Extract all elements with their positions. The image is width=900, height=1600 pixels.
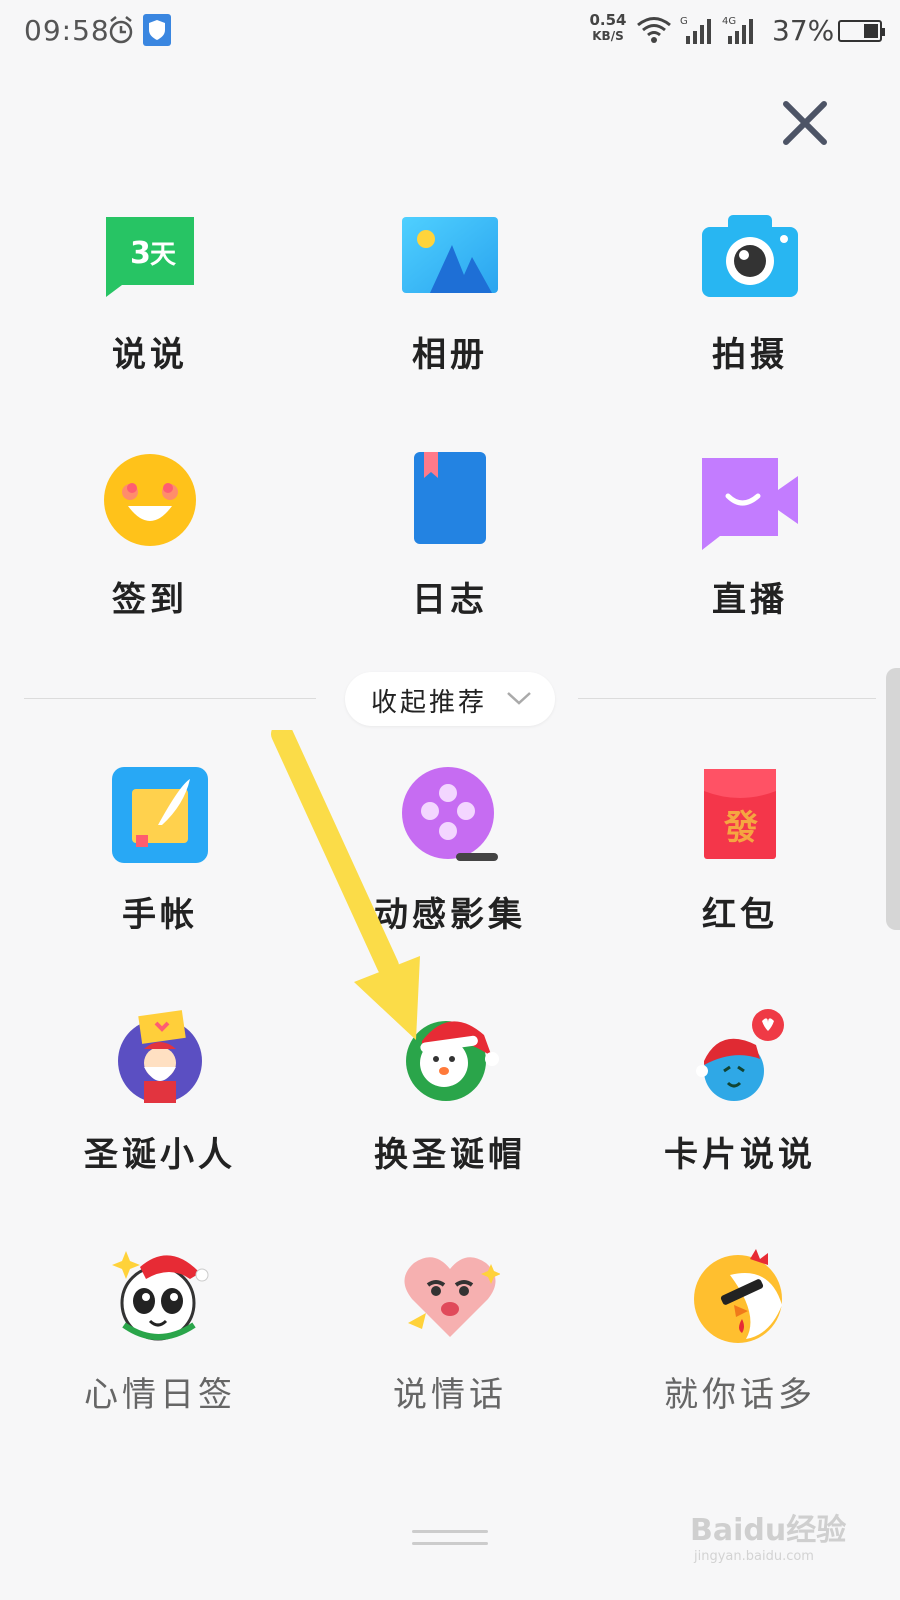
collapse-label: 收起推荐: [371, 688, 488, 718]
live-video-icon: [702, 458, 798, 550]
chatty-rooster-icon: [694, 1249, 782, 1343]
item-label: 圣诞小人: [84, 1135, 236, 1175]
item-santa-figure[interactable]: 圣诞小人: [40, 1005, 280, 1176]
3day-chat-icon: 3 天: [106, 217, 194, 297]
card-talk-icon: [696, 1009, 784, 1101]
item-card-talk[interactable]: 卡片说说: [620, 1005, 860, 1176]
battery-percent: 37%: [772, 14, 835, 47]
bottom-drag-handle[interactable]: [412, 1530, 488, 1554]
smile-face-icon: [104, 454, 196, 546]
collapse-recommend-button[interactable]: 收起推荐: [345, 672, 555, 726]
side-scroll-handle[interactable]: [886, 668, 900, 930]
item-label: 卡片说说: [664, 1135, 816, 1175]
item-label: 心情日签: [84, 1375, 236, 1415]
shield-icon: [143, 14, 171, 46]
item-label: 手帐: [122, 895, 198, 935]
close-icon[interactable]: [782, 100, 828, 146]
notebook-feather-icon: [112, 767, 208, 863]
net-speed-unit: KB/S: [592, 29, 624, 43]
item-live[interactable]: 直播: [630, 450, 870, 621]
divider-left: [24, 698, 316, 699]
svg-text:發: 發: [723, 808, 758, 848]
chevron-down-icon: [507, 692, 531, 705]
item-label: 说情话: [393, 1375, 507, 1415]
item-checkin[interactable]: 签到: [30, 450, 270, 621]
item-label: 相册: [412, 335, 488, 375]
item-label: 日志: [412, 580, 488, 620]
item-label: 直播: [712, 580, 788, 620]
alarm-icon: [109, 16, 133, 44]
wifi-icon: [637, 17, 671, 43]
mood-panda-icon: [112, 1251, 209, 1341]
item-label: 说说: [112, 335, 188, 375]
status-bar: 09:58 0.54 KB/S G 4G 37%: [0, 0, 900, 64]
svg-text:3: 3: [130, 236, 151, 271]
item-mood-sign[interactable]: 心情日签: [40, 1245, 280, 1416]
item-blog[interactable]: 日志: [330, 450, 570, 621]
item-shuoshuo[interactable]: 3 天 说说: [30, 205, 270, 376]
red-envelope-icon: 發: [704, 769, 776, 859]
svg-text:天: 天: [150, 240, 176, 270]
battery-icon: [838, 20, 885, 42]
item-red-packet[interactable]: 發 红包: [620, 765, 860, 936]
svg-text:G: G: [680, 16, 688, 27]
item-label: 换圣诞帽: [374, 1135, 526, 1175]
status-time: 09:58: [24, 14, 110, 47]
watermark-brand: Baidu经验: [690, 1513, 847, 1548]
watermark-url: jingyan.baidu.com: [694, 1549, 814, 1564]
santa-figure-icon: [118, 1010, 202, 1103]
item-label: 签到: [112, 580, 188, 620]
camera-icon: [702, 215, 798, 297]
watermark: Baidu经验 jingyan.baidu.com: [690, 1505, 846, 1564]
item-album[interactable]: 相册: [330, 205, 570, 376]
item-handbook[interactable]: 手帐: [40, 765, 280, 936]
heart-face-icon: [404, 1257, 500, 1337]
net-speed-value: 0.54: [589, 11, 627, 29]
item-chatty[interactable]: 就你话多: [620, 1245, 860, 1416]
blog-book-icon: [414, 452, 486, 544]
item-camera[interactable]: 拍摄: [630, 205, 870, 376]
album-icon: [402, 217, 498, 293]
item-label: 红包: [702, 895, 778, 935]
item-label: 就你话多: [664, 1375, 816, 1415]
signal-icon: G: [680, 16, 711, 44]
svg-text:4G: 4G: [722, 16, 736, 27]
net-speed: 0.54 KB/S: [586, 12, 630, 44]
signal-4g-icon: 4G: [722, 16, 753, 44]
item-love-words[interactable]: 说情话: [330, 1245, 570, 1416]
divider-right: [578, 698, 876, 699]
item-label: 拍摄: [712, 335, 788, 375]
annotation-arrow: [271, 730, 420, 1040]
